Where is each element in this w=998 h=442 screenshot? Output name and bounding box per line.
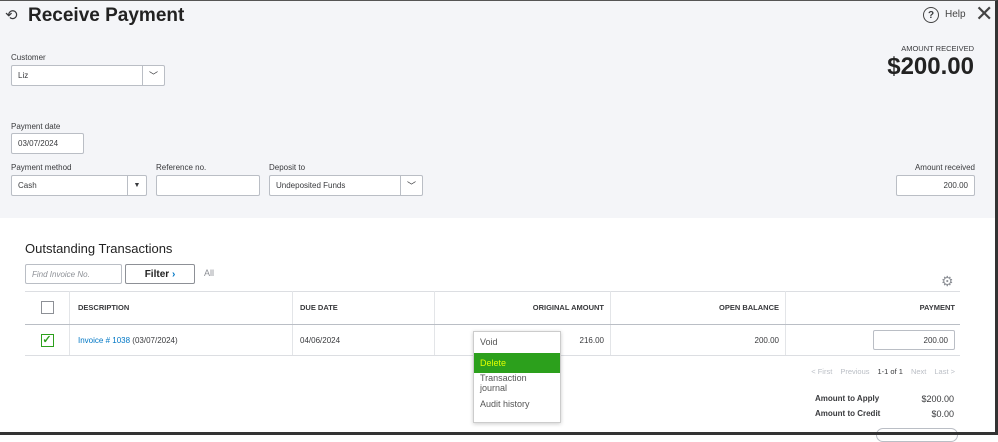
pagination: < First Previous 1-1 of 1 Next Last >	[811, 367, 955, 376]
deposit-to-select[interactable]: Undeposited Funds ﹀	[269, 175, 423, 196]
col-description[interactable]: DESCRIPTION	[70, 291, 293, 324]
open-balance-cell: 200.00	[611, 325, 786, 355]
payment-method-select[interactable]: Cash ▼	[11, 175, 147, 196]
filter-label: Filter	[144, 268, 170, 280]
help-link[interactable]: Help	[945, 9, 966, 20]
customer-select[interactable]: Liz ﹀	[11, 65, 165, 86]
amount-received-input[interactable]: 200.00	[896, 175, 975, 196]
caret-down-icon[interactable]: ▼	[127, 176, 146, 195]
col-payment[interactable]: PAYMENT	[786, 291, 960, 324]
amount-to-apply-label: Amount to Apply	[815, 394, 880, 403]
help-icon[interactable]: ?	[923, 7, 939, 23]
payment-date-input[interactable]: 03/07/2024	[11, 133, 84, 154]
recent-transactions-icon[interactable]: ⟲	[5, 6, 18, 24]
header-panel	[0, 0, 995, 218]
reference-input[interactable]	[156, 175, 260, 196]
payment-date-label: Payment date	[11, 122, 61, 131]
chevron-down-icon[interactable]: ﹀	[400, 176, 422, 195]
first-page-link[interactable]: < First	[811, 367, 832, 376]
menu-item-audit-history[interactable]: Audit history	[474, 394, 560, 415]
invoice-link[interactable]: Invoice # 1038	[78, 336, 130, 345]
clear-payment-button[interactable]	[876, 428, 958, 442]
amount-received-value: $200.00	[887, 53, 974, 80]
menu-item-delete[interactable]: Delete	[474, 352, 560, 373]
payment-method-label: Payment method	[11, 163, 72, 172]
description-cell: Invoice # 1038 (03/07/2024)	[70, 325, 293, 355]
all-label: All	[204, 268, 215, 278]
close-icon[interactable]: ✕	[975, 1, 993, 27]
context-menu: Void Delete Transaction journal Audit hi…	[473, 331, 561, 423]
previous-page-link[interactable]: Previous	[840, 367, 869, 376]
reference-label: Reference no.	[156, 163, 207, 172]
deposit-to-label: Deposit to	[269, 163, 306, 172]
col-open-balance[interactable]: OPEN BALANCE	[611, 291, 786, 324]
customer-label: Customer	[11, 53, 46, 62]
amount-to-credit-label: Amount to Credit	[815, 409, 881, 418]
page-title: Receive Payment	[28, 5, 185, 26]
due-date-cell: 04/06/2024	[293, 325, 435, 355]
amount-received-label: AMOUNT RECEIVED	[901, 44, 974, 53]
payment-input[interactable]: 200.00	[873, 330, 955, 350]
amount-received-field-label: Amount received	[914, 163, 975, 172]
row-checkbox[interactable]: ✓	[40, 333, 54, 347]
page-range: 1-1 of 1	[877, 367, 903, 376]
col-original-amount[interactable]: ORIGINAL AMOUNT	[435, 291, 611, 324]
deposit-to-value: Undeposited Funds	[276, 181, 346, 190]
payment-method-value: Cash	[18, 181, 37, 190]
col-due-date[interactable]: DUE DATE	[293, 291, 435, 324]
customer-value: Liz	[18, 71, 29, 80]
last-page-link[interactable]: Last >	[934, 367, 955, 376]
menu-item-void[interactable]: Void	[474, 332, 560, 353]
select-all-checkbox[interactable]	[40, 301, 54, 314]
chevron-right-icon: ›	[171, 268, 176, 280]
invoice-date: (03/07/2024)	[132, 335, 178, 345]
filter-button[interactable]: Filter ›	[125, 264, 195, 284]
row-check-cell: ✓	[25, 325, 70, 355]
chevron-down-icon[interactable]: ﹀	[142, 66, 164, 85]
section-title: Outstanding Transactions	[25, 241, 173, 256]
find-invoice-input[interactable]: Find Invoice No.	[25, 264, 122, 284]
settings-gear-icon[interactable]: ⚙	[941, 273, 954, 290]
select-all-cell	[25, 291, 70, 324]
amount-to-apply-value: $200.00	[921, 394, 954, 404]
menu-item-transaction-journal[interactable]: Transaction journal	[474, 373, 560, 394]
amount-to-credit-value: $0.00	[931, 409, 954, 419]
next-page-link[interactable]: Next	[911, 367, 926, 376]
